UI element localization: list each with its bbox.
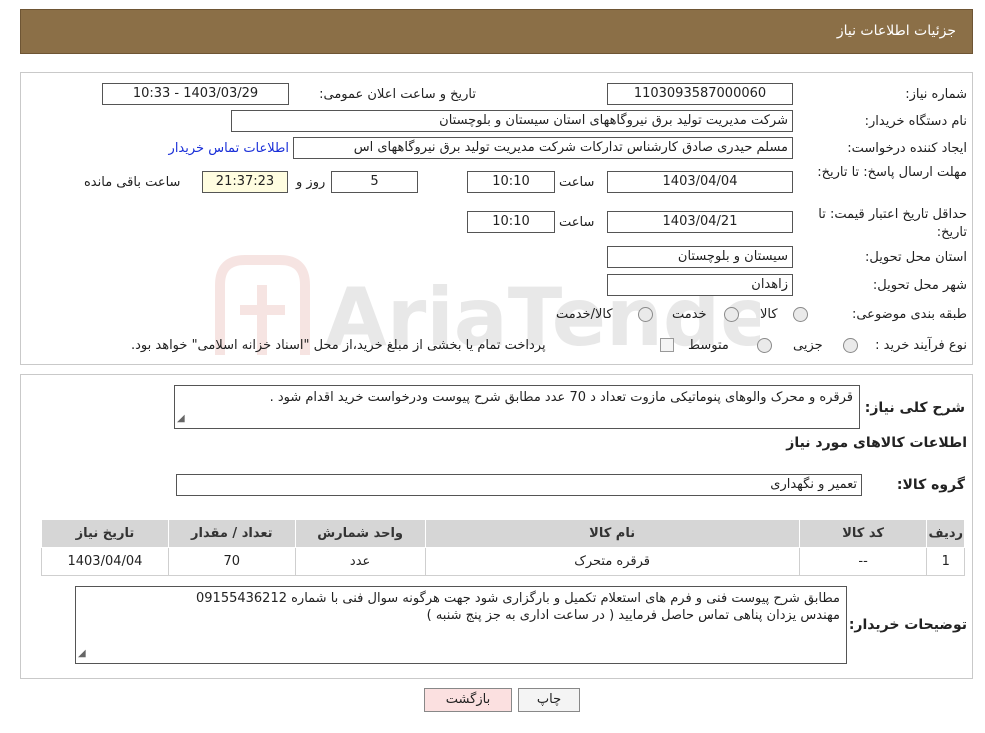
cell-unit: عدد: [294, 547, 426, 576]
buyer-org-field: شرکت مدیریت تولید برق نیروگاههای استان س…: [231, 110, 793, 132]
goods-table-header: ردیف کد کالا نام کالا واحد شمارش تعداد /…: [41, 519, 965, 548]
purchase-type-label: نوع فرآیند خرید :: [875, 338, 967, 353]
resize-handle-icon[interactable]: ◢: [78, 645, 86, 662]
page-header: جزئیات اطلاعات نیاز: [20, 9, 973, 54]
purchase-type-medium-label: متوسط: [688, 338, 729, 353]
cell-qty: 70: [167, 547, 296, 576]
category-radio-goods-service[interactable]: [638, 307, 653, 322]
buyer-notes-label: توضیحات خریدار:: [848, 617, 967, 633]
treasury-checkbox[interactable]: [660, 338, 674, 352]
category-service-label: خدمت: [672, 307, 707, 322]
announce-datetime-field: 1403/03/29 - 10:33: [102, 83, 289, 105]
col-qty: تعداد / مقدار: [167, 519, 296, 548]
col-unit: واحد شمارش: [294, 519, 426, 548]
col-date: تاریخ نیاز: [41, 519, 169, 548]
page-title: جزئیات اطلاعات نیاز: [836, 23, 956, 39]
goods-group-label: گروه کالا:: [896, 477, 965, 493]
announce-datetime-label: تاریخ و ساعت اعلان عمومی:: [319, 87, 476, 102]
purchase-type-minor-label: جزیی: [793, 338, 823, 353]
delivery-province-field: سیستان و بلوچستان: [607, 246, 793, 268]
goods-table: ردیف کد کالا نام کالا واحد شمارش تعداد /…: [41, 519, 965, 576]
reply-deadline-time: 10:10: [467, 171, 555, 193]
reply-deadline-label: مهلت ارسال پاسخ: تا تاریخ:: [817, 165, 967, 180]
delivery-city-label: شهر محل تحویل:: [872, 278, 967, 293]
cell-row: 1: [926, 547, 965, 576]
purchase-type-radio-minor[interactable]: [843, 338, 858, 353]
goods-table-wrapper: ردیف کد کالا نام کالا واحد شمارش تعداد /…: [41, 519, 965, 576]
buyer-contact-link[interactable]: اطلاعات تماس خریدار: [169, 141, 289, 156]
category-radio-service[interactable]: [724, 307, 739, 322]
description-field: قرقره و محرک والوهای پنوماتیکی مازوت تعد…: [174, 385, 860, 429]
cell-name: قرقره متحرک: [424, 547, 800, 576]
print-button[interactable]: چاپ: [518, 688, 580, 712]
col-name: نام کالا: [424, 519, 800, 548]
requester-label: ایجاد کننده درخواست:: [847, 141, 967, 156]
reply-days-label: روز و: [296, 175, 326, 190]
description-label: شرح کلی نیاز:: [864, 400, 965, 416]
reply-deadline-date: 1403/04/04: [607, 171, 793, 193]
delivery-province-label: استان محل تحویل:: [865, 250, 967, 265]
category-goods-label: کالا: [760, 307, 778, 322]
cell-code: --: [798, 547, 928, 576]
cell-date: 1403/04/04: [41, 547, 169, 576]
purchase-type-radio-medium[interactable]: [757, 338, 772, 353]
remaining-time-field: 21:37:23: [202, 171, 288, 193]
requester-field: مسلم حیدری صادق کارشناس تدارکات شرکت مدی…: [293, 137, 793, 159]
category-radio-goods[interactable]: [793, 307, 808, 322]
col-code: کد کالا: [798, 519, 928, 548]
goods-group-field: تعمیر و نگهداری: [176, 474, 862, 496]
col-row: ردیف: [926, 519, 965, 548]
resize-handle-icon[interactable]: ◢: [177, 410, 185, 427]
goods-section-title: اطلاعات کالاهای مورد نیاز: [786, 435, 967, 451]
reply-days-field: 5: [331, 171, 418, 193]
treasury-note: پرداخت تمام یا بخشی از مبلغ خرید،از محل …: [131, 338, 546, 353]
back-button[interactable]: بازگشت: [424, 688, 512, 712]
table-row: 1 -- قرقره متحرک عدد 70 1403/04/04: [41, 547, 965, 576]
category-label: طبقه بندی موضوعی:: [851, 307, 967, 322]
price-validity-time-label: ساعت: [559, 215, 595, 230]
need-number-label: شماره نیاز:: [905, 87, 967, 102]
price-validity-time: 10:10: [467, 211, 555, 233]
reply-deadline-time-label: ساعت: [559, 175, 595, 190]
buyer-org-label: نام دستگاه خریدار:: [864, 114, 967, 129]
category-goods-service-label: کالا/خدمت: [556, 307, 613, 322]
need-number-field: 1103093587000060: [607, 83, 793, 105]
remaining-time-label: ساعت باقی مانده: [84, 175, 181, 190]
price-validity-label: حداقل تاریخ اعتبار قیمت: تا تاریخ:: [818, 207, 967, 240]
delivery-city-field: زاهدان: [607, 274, 793, 296]
buyer-notes-field: مطابق شرح پیوست فنی و فرم های استعلام تک…: [75, 586, 847, 664]
price-validity-date: 1403/04/21: [607, 211, 793, 233]
